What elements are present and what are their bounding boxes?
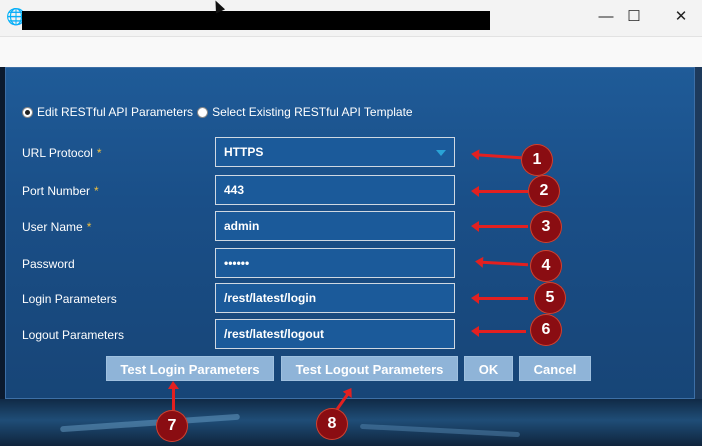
address-bar[interactable]: A) xyxy=(0,37,702,98)
annotation-badge-3: 3 xyxy=(530,211,562,243)
maximize-button[interactable]: ☐ xyxy=(621,6,647,28)
test-logout-button[interactable]: Test Logout Parameters xyxy=(281,356,458,381)
annotation-badge-6: 6 xyxy=(530,314,562,346)
login-parameters-input[interactable]: /rest/latest/login xyxy=(215,283,455,313)
browser-title-bar: 🌐 — ☐ ✕ xyxy=(0,0,702,37)
annotation-badge-4: 4 xyxy=(530,250,562,282)
globe-icon: 🌐 xyxy=(6,9,26,26)
test-login-button[interactable]: Test Login Parameters xyxy=(106,356,274,381)
annotation-arrow-7 xyxy=(168,381,179,412)
edit-parameters-radio[interactable] xyxy=(22,106,33,118)
annotation-badge-1: 1 xyxy=(521,144,553,176)
url-protocol-select[interactable]: HTTPS xyxy=(215,137,455,167)
password-label: Password xyxy=(22,257,75,271)
annotation-badge-8: 8 xyxy=(316,408,348,440)
mode-radio-group: Edit RESTful API Parameters Select Exist… xyxy=(22,105,417,119)
redacted-title xyxy=(22,11,490,30)
port-number-input[interactable]: 443 xyxy=(215,175,455,205)
port-number-label: Port Number * xyxy=(22,184,99,198)
logout-parameters-input[interactable]: /rest/latest/logout xyxy=(215,319,455,349)
select-template-radio[interactable] xyxy=(197,106,209,118)
user-name-input[interactable]: admin xyxy=(215,211,455,241)
url-protocol-label: URL Protocol * xyxy=(22,146,102,160)
annotation-arrow-6 xyxy=(471,326,526,337)
edit-parameters-label: Edit RESTful API Parameters xyxy=(37,105,194,119)
login-parameters-label: Login Parameters xyxy=(22,292,117,306)
user-name-label: User Name * xyxy=(22,220,92,234)
annotation-badge-2: 2 xyxy=(528,175,560,207)
minimize-button[interactable]: — xyxy=(593,6,619,28)
annotation-arrow-2 xyxy=(471,186,528,197)
close-button[interactable]: ✕ xyxy=(668,6,694,28)
ok-button[interactable]: OK xyxy=(464,356,513,381)
select-template-label: Select Existing RESTful API Template xyxy=(212,105,413,119)
annotation-arrow-3 xyxy=(471,221,528,232)
annotation-badge-7: 7 xyxy=(156,410,188,442)
password-input[interactable]: •••••• xyxy=(215,248,455,278)
logout-parameters-label: Logout Parameters xyxy=(22,328,125,342)
annotation-badge-5: 5 xyxy=(534,282,566,314)
annotation-arrow-5 xyxy=(471,293,528,304)
cancel-button[interactable]: Cancel xyxy=(519,356,591,381)
